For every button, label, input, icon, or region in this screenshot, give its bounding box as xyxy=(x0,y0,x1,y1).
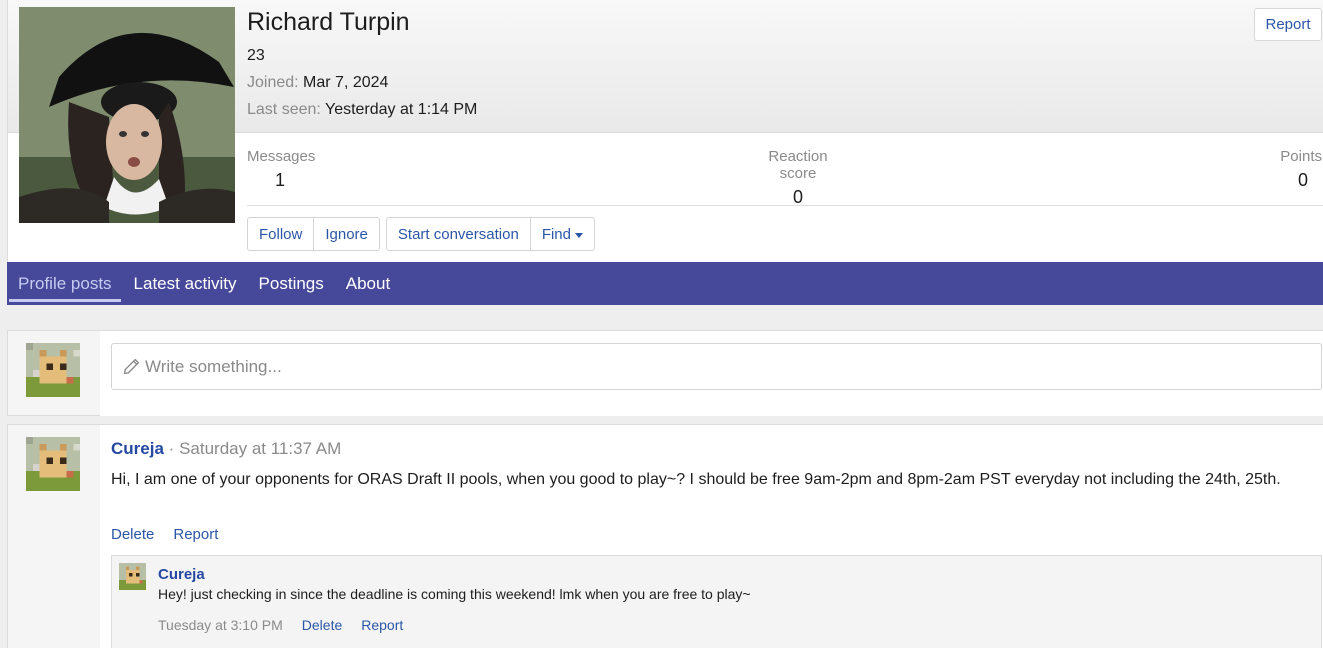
start-conversation-button[interactable]: Start conversation xyxy=(387,218,531,250)
comment-author-link[interactable]: Cureja xyxy=(158,566,205,583)
stat-reaction-score: Reaction score 0 xyxy=(748,148,848,208)
stat-reaction-value: 0 xyxy=(792,187,803,207)
last-seen-value[interactable]: Yesterday at 1:14 PM xyxy=(325,101,477,118)
post-header: Cureja · Saturday at 11:37 AM xyxy=(111,439,341,459)
last-seen-line: Last seen: Yesterday at 1:14 PM xyxy=(247,101,477,119)
find-label: Find xyxy=(541,225,571,243)
joined-value: Mar 7, 2024 xyxy=(303,74,389,91)
comment-delete-link[interactable]: Delete xyxy=(302,617,342,633)
composer-main: Write something... xyxy=(100,331,1323,416)
post-main: Cureja · Saturday at 11:37 AM Hi, I am o… xyxy=(100,425,1323,648)
current-user-avatar[interactable] xyxy=(26,343,80,397)
stat-messages-value[interactable]: 1 xyxy=(247,170,315,191)
post-author-avatar[interactable] xyxy=(26,437,80,491)
profile-username: Richard Turpin xyxy=(247,8,410,36)
post-separator: · xyxy=(168,439,175,458)
joined-line: Joined: Mar 7, 2024 xyxy=(247,74,388,92)
tab-about[interactable]: About xyxy=(337,262,399,305)
ignore-button[interactable]: Ignore xyxy=(314,218,379,250)
stat-points[interactable]: Points 0 xyxy=(1280,148,1322,191)
comment-timestamp[interactable]: Tuesday at 3:10 PM xyxy=(158,617,283,633)
write-something-placeholder: Write something... xyxy=(145,356,282,376)
stat-messages-label: Messages xyxy=(247,148,316,165)
comment-report-link[interactable]: Report xyxy=(361,617,403,633)
stat-points-label: Points xyxy=(1280,148,1322,165)
post-author-link[interactable]: Cureja xyxy=(111,439,164,458)
profile-post-composer: Write something... xyxy=(7,330,1323,416)
pencil-icon xyxy=(123,358,140,375)
tab-latest-activity[interactable]: Latest activity xyxy=(125,262,246,305)
conversation-find-group: Start conversation Find xyxy=(385,217,595,251)
post-delete-link[interactable]: Delete xyxy=(111,526,154,543)
find-dropdown-button[interactable]: Find xyxy=(531,218,594,250)
stat-reaction-label: Reaction score xyxy=(768,148,828,182)
profile-post: Cureja · Saturday at 11:37 AM Hi, I am o… xyxy=(7,424,1323,648)
comment-body: Hey! just checking in since the deadline… xyxy=(158,586,751,602)
stat-messages[interactable]: Messages 1 xyxy=(247,148,315,191)
profile-header: Richard Turpin 23 Joined: Mar 7, 2024 La… xyxy=(7,0,1323,262)
profile-avatar[interactable] xyxy=(19,7,235,223)
tab-postings[interactable]: Postings xyxy=(250,262,333,305)
profile-action-buttons: Follow Ignore Start conversation Find xyxy=(247,217,595,251)
post-actions: Delete Report xyxy=(111,526,218,543)
post-report-link[interactable]: Report xyxy=(173,526,218,543)
stat-points-value[interactable]: 0 xyxy=(1280,170,1322,191)
post-comment: Cureja Hey! just checking in since the d… xyxy=(111,555,1322,648)
post-body: Hi, I am one of your opponents for ORAS … xyxy=(111,471,1281,488)
joined-label: Joined: xyxy=(247,74,299,91)
tab-profile-posts[interactable]: Profile posts xyxy=(9,262,121,305)
caret-down-icon xyxy=(575,232,583,238)
follow-ignore-group: Follow Ignore xyxy=(247,217,380,251)
comment-actions: Tuesday at 3:10 PM Delete Report xyxy=(158,617,403,633)
profile-tabs: Profile posts Latest activity Postings A… xyxy=(7,262,1323,305)
write-something-input[interactable]: Write something... xyxy=(111,343,1322,390)
profile-stats: Messages 1 Reaction score 0 Points 0 xyxy=(247,133,1323,208)
last-seen-label: Last seen: xyxy=(247,101,321,118)
follow-button[interactable]: Follow xyxy=(248,218,315,250)
profile-custom-title: 23 xyxy=(247,47,265,64)
post-timestamp[interactable]: Saturday at 11:37 AM xyxy=(179,439,341,458)
comment-author-avatar[interactable] xyxy=(119,563,146,590)
report-profile-button[interactable]: Report xyxy=(1254,8,1322,41)
